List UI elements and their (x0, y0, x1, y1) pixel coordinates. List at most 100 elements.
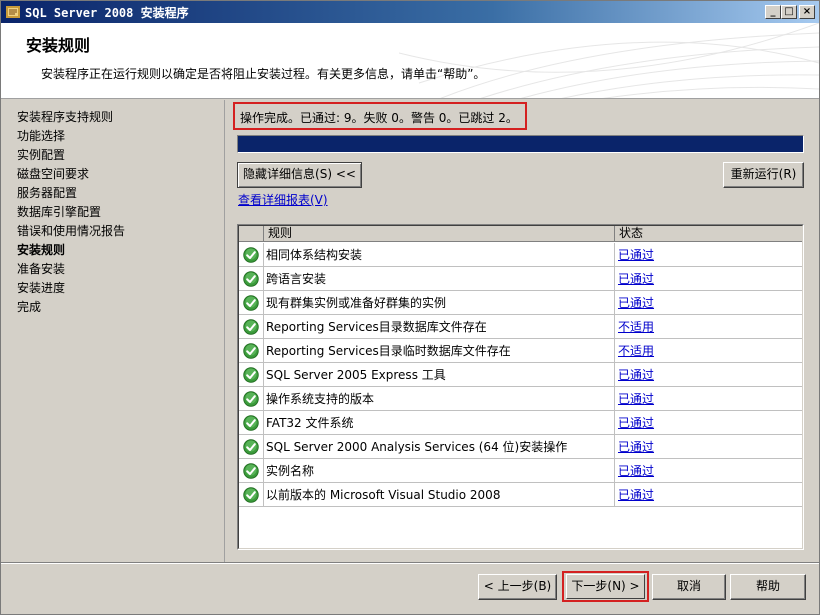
title-bar: SQL Server 2008 安装程序 _ □ × (1, 1, 819, 23)
rules-grid-frame: 规则 状态 相同体系结构安装 已通过 跨语言安装 已通过 现有群集实例或准备好群集的实例… (238, 225, 803, 549)
rule-status-cell: 已通过 (615, 387, 803, 411)
row-icon-cell (239, 387, 264, 411)
next-button-highlight: 下一步(N) > (562, 571, 649, 602)
rule-status-link[interactable]: 不适用 (618, 344, 654, 358)
table-row[interactable]: SQL Server 2000 Analysis Services (64 位)… (239, 435, 802, 459)
rule-status-cell: 不适用 (615, 339, 803, 363)
installer-window: SQL Server 2008 安装程序 _ □ × 安装规则 安装程序正在运行… (0, 0, 820, 615)
back-button[interactable]: < 上一步(B) (478, 574, 557, 600)
progress-bar-fill (238, 136, 803, 152)
page-title: 安装规则 (26, 36, 91, 55)
rule-status-link[interactable]: 已通过 (618, 464, 654, 478)
rerun-button[interactable]: 重新运行(R) (723, 162, 804, 188)
rule-status-link[interactable]: 不适用 (618, 320, 654, 334)
maximize-button[interactable]: □ (781, 5, 797, 19)
step-navigation: 安装程序支持规则 功能选择 实例配置 磁盘空间要求 服务器配置 数据库引擎配置 … (1, 100, 225, 562)
row-icon-cell (239, 315, 264, 339)
check-circle-icon (243, 439, 259, 455)
row-icon-cell (239, 459, 264, 483)
table-row[interactable]: Reporting Services目录临时数据库文件存在 不适用 (239, 339, 802, 363)
row-icon-cell (239, 411, 264, 435)
rule-name: 操作系统支持的版本 (264, 387, 615, 411)
row-icon-cell (239, 267, 264, 291)
table-row[interactable]: FAT32 文件系统 已通过 (239, 411, 802, 435)
minimize-button[interactable]: _ (765, 5, 781, 19)
close-button[interactable]: × (799, 5, 815, 19)
rule-status-cell: 已通过 (615, 291, 803, 315)
nav-item-feature-selection[interactable]: 功能选择 (17, 128, 65, 145)
table-row[interactable]: Reporting Services目录数据库文件存在 不适用 (239, 315, 802, 339)
table-row[interactable]: 操作系统支持的版本 已通过 (239, 387, 802, 411)
nav-item-installation-rules[interactable]: 安装规则 (17, 242, 65, 259)
cancel-button[interactable]: 取消 (652, 574, 726, 600)
row-icon-cell (239, 363, 264, 387)
nav-item-ready-to-install[interactable]: 准备安装 (17, 261, 65, 278)
rule-status-link[interactable]: 已通过 (618, 296, 654, 310)
rule-status-link[interactable]: 已通过 (618, 272, 654, 286)
row-icon-cell (239, 339, 264, 363)
header-background-pattern (399, 23, 819, 98)
hide-details-button[interactable]: 隐藏详细信息(S) << (237, 162, 362, 188)
row-icon-cell (239, 291, 264, 315)
window-title: SQL Server 2008 安装程序 (25, 6, 189, 20)
column-header-status[interactable]: 状态 (615, 226, 803, 242)
rule-status-cell: 已通过 (615, 435, 803, 459)
nav-item-database-engine[interactable]: 数据库引擎配置 (17, 204, 101, 221)
check-circle-icon (243, 391, 259, 407)
view-detailed-report-link[interactable]: 查看详细报表(V) (238, 191, 328, 208)
nav-item-instance-configuration[interactable]: 实例配置 (17, 147, 65, 164)
rule-status-cell: 已通过 (615, 411, 803, 435)
rule-status-cell: 已通过 (615, 483, 803, 507)
nav-item-setup-support-rules[interactable]: 安装程序支持规则 (17, 109, 113, 126)
row-icon-cell (239, 435, 264, 459)
rule-name: 以前版本的 Microsoft Visual Studio 2008 (264, 483, 615, 507)
rule-status-link[interactable]: 已通过 (618, 440, 654, 454)
check-circle-icon (243, 367, 259, 383)
rule-status-link[interactable]: 已通过 (618, 248, 654, 262)
table-row[interactable]: 现有群集实例或准备好群集的实例 已通过 (239, 291, 802, 315)
row-icon-cell (239, 483, 264, 507)
progress-bar (237, 135, 804, 153)
rule-name: FAT32 文件系统 (264, 411, 615, 435)
check-circle-icon (243, 247, 259, 263)
rule-status-cell: 已通过 (615, 363, 803, 387)
help-button[interactable]: 帮助 (730, 574, 806, 600)
nav-item-complete[interactable]: 完成 (17, 299, 41, 316)
page-description: 安装程序正在运行规则以确定是否将阻止安装过程。有关更多信息，请单击“帮助”。 (41, 67, 486, 81)
rules-grid: 规则 状态 相同体系结构安装 已通过 跨语言安装 已通过 现有群集实例或准备好群集的实例… (237, 224, 804, 550)
rule-status-cell: 已通过 (615, 243, 803, 267)
rule-status-cell: 已通过 (615, 459, 803, 483)
rule-status-link[interactable]: 已通过 (618, 392, 654, 406)
row-icon-cell (239, 243, 264, 267)
next-button[interactable]: 下一步(N) > (566, 574, 645, 599)
table-row[interactable]: 相同体系结构安装 已通过 (239, 243, 802, 267)
rule-name: Reporting Services目录临时数据库文件存在 (264, 339, 615, 363)
table-row[interactable]: 实例名称 已通过 (239, 459, 802, 483)
rule-name: 实例名称 (264, 459, 615, 483)
rule-status-link[interactable]: 已通过 (618, 416, 654, 430)
page-header: 安装规则 安装程序正在运行规则以确定是否将阻止安装过程。有关更多信息，请单击“帮… (1, 23, 819, 99)
table-row[interactable]: SQL Server 2005 Express 工具 已通过 (239, 363, 802, 387)
table-row[interactable]: 以前版本的 Microsoft Visual Studio 2008 已通过 (239, 483, 802, 507)
check-circle-icon (243, 343, 259, 359)
rule-name: SQL Server 2005 Express 工具 (264, 363, 615, 387)
nav-item-disk-space[interactable]: 磁盘空间要求 (17, 166, 89, 183)
check-circle-icon (243, 487, 259, 503)
rule-name: SQL Server 2000 Analysis Services (64 位)… (264, 435, 615, 459)
rule-status-link[interactable]: 已通过 (618, 368, 654, 382)
nav-item-error-usage-reporting[interactable]: 错误和使用情况报告 (17, 223, 125, 240)
operation-status: 操作完成。已通过: 9。失败 0。警告 0。已跳过 2。 (233, 102, 527, 130)
check-circle-icon (243, 463, 259, 479)
rule-status-cell: 已通过 (615, 267, 803, 291)
sql-server-setup-icon (6, 6, 20, 18)
rule-status-link[interactable]: 已通过 (618, 488, 654, 502)
column-header-rule[interactable]: 规则 (264, 226, 615, 242)
table-row[interactable]: 跨语言安装 已通过 (239, 267, 802, 291)
rule-name: 相同体系结构安装 (264, 243, 615, 267)
nav-item-server-configuration[interactable]: 服务器配置 (17, 185, 77, 202)
column-header-icon[interactable] (239, 226, 264, 242)
check-circle-icon (243, 415, 259, 431)
rule-name: 现有群集实例或准备好群集的实例 (264, 291, 615, 315)
footer-divider (1, 562, 819, 564)
nav-item-installation-progress[interactable]: 安装进度 (17, 280, 65, 297)
